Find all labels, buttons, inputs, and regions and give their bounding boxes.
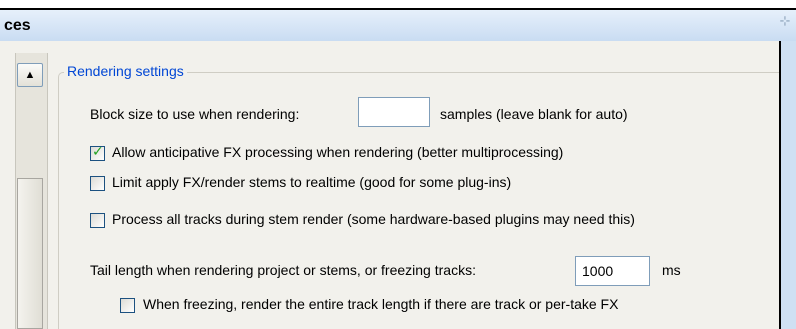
process-all-tracks-label[interactable]: Process all tracks during stem render (s… [112, 211, 635, 227]
window-frame [0, 0, 796, 8]
block-size-input[interactable] [358, 97, 430, 127]
window-title: ces [4, 17, 31, 34]
tail-length-label: Tail length when rendering project or st… [90, 262, 476, 278]
process-all-tracks-checkbox[interactable] [90, 213, 105, 228]
window-right-border-line [779, 41, 781, 329]
chevron-up-icon[interactable]: ▲ [17, 63, 43, 87]
freeze-entire-length-label[interactable]: When freezing, render the entire track l… [143, 296, 618, 312]
freeze-entire-length-checkbox[interactable] [120, 298, 135, 313]
tail-length-input[interactable] [575, 256, 650, 286]
block-size-suffix: samples (leave blank for auto) [440, 106, 628, 122]
anticipative-fx-label[interactable]: Allow anticipative FX processing when re… [112, 144, 563, 160]
anticipative-fx-checkbox[interactable] [90, 144, 105, 161]
limit-realtime-checkbox[interactable] [90, 176, 105, 191]
window-right-border [779, 41, 796, 329]
scrollbar-thumb[interactable] [17, 178, 43, 329]
pin-icon[interactable]: ⊹ [774, 12, 796, 30]
group-title: Rendering settings [64, 63, 187, 79]
limit-realtime-label[interactable]: Limit apply FX/render stems to realtime … [112, 174, 511, 190]
block-size-label: Block size to use when rendering: [90, 106, 300, 122]
title-bar: ces ⊹ [0, 8, 796, 41]
tail-length-unit: ms [662, 262, 681, 278]
